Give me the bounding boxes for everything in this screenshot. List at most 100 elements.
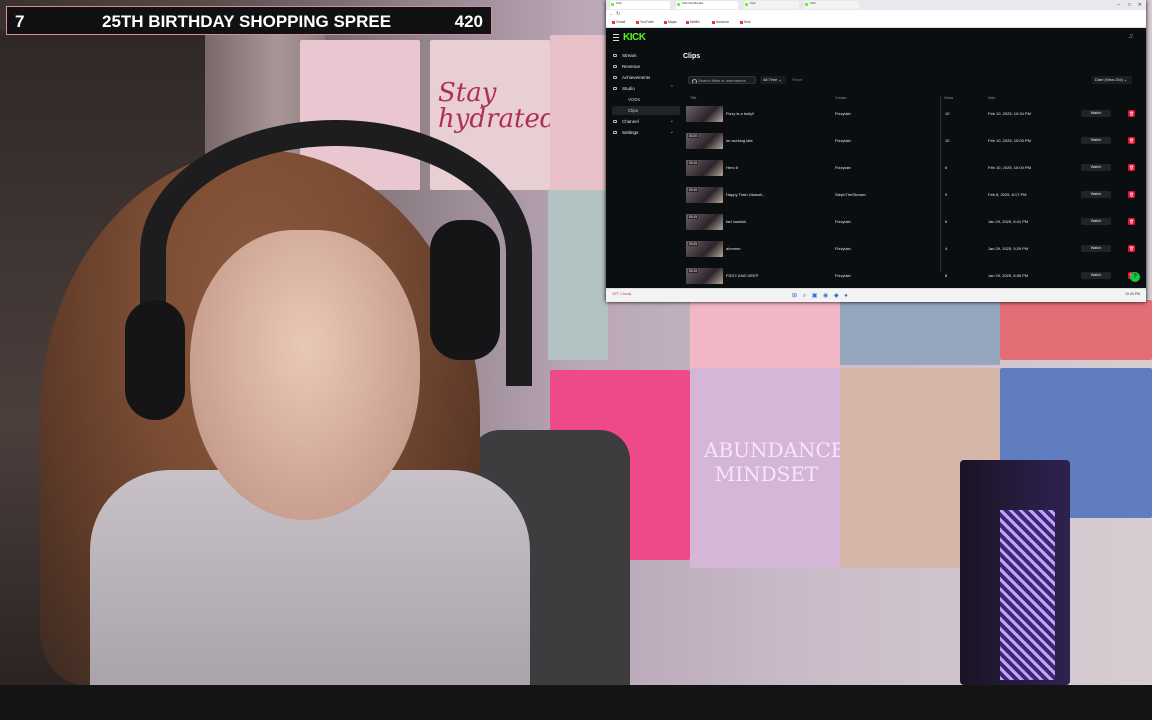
column-header-views[interactable]: Views xyxy=(944,96,953,100)
search-placeholder: Search titles or usernames xyxy=(698,78,746,83)
channel-icon xyxy=(613,120,617,123)
browser-tab[interactable]: Kick xyxy=(610,1,670,9)
address-bar-row: ← ↻ https://dashboard.kick.com/studio/cl… xyxy=(606,10,1146,27)
bookmark-label: Gmail xyxy=(616,20,626,24)
overlay-number: 7 xyxy=(15,12,25,31)
time-filter-dropdown[interactable]: All Time ⌄ xyxy=(760,76,786,84)
watch-button[interactable]: Watch xyxy=(1081,137,1111,144)
browser-tab[interactable]: Kick xyxy=(744,1,799,9)
table-row[interactable]: 00:20 im working late Fizzytain 10 Feb 10, 2… xyxy=(686,133,1141,159)
clip-views: 4 xyxy=(945,246,948,251)
bookmark[interactable]: Maps xyxy=(664,20,677,24)
browser-tab[interactable]: Kick Dashboard xyxy=(676,1,738,9)
delete-icon[interactable]: 🗑 xyxy=(1128,110,1135,117)
poster-text: ABUNDANCE MINDSET xyxy=(704,438,846,486)
column-header-date[interactable]: Date xyxy=(988,96,995,100)
clip-thumbnail[interactable]: 00:20 xyxy=(686,133,723,149)
table-row[interactable]: 00:10 Happy Train Ukanoli... StephTheShowe… xyxy=(686,187,1141,213)
clip-title: Hero 6 xyxy=(726,165,739,170)
taskbar-apps[interactable]: ⊞ ⌕ ▣ ◉ ◆ ● xyxy=(792,292,850,300)
browser-tab[interactable]: Kick xyxy=(804,1,859,9)
watch-button[interactable]: Watch xyxy=(1081,218,1111,225)
clip-title: Happy Train Ukanoli... xyxy=(726,192,766,197)
chevron-down-icon: ⌄ xyxy=(778,77,782,82)
studio-icon xyxy=(613,87,617,90)
table-row[interactable]: 00:25 ahmmm Fizzytain 4 Jan 29, 2025, 9:29 P… xyxy=(686,241,1141,267)
sidebar-item-label: Studio xyxy=(622,86,635,91)
delete-icon[interactable]: 🗑 xyxy=(1128,164,1135,171)
clip-thumbnail[interactable]: 00:10 xyxy=(686,187,723,203)
sidebar-item-channel[interactable]: Channel ⌄ xyxy=(612,117,680,126)
sort-dropdown[interactable]: Date (New-Old) ⌄ xyxy=(1092,76,1132,84)
reset-button[interactable]: Reset xyxy=(792,76,802,84)
table-row[interactable]: Fizzy is a bully!! Fizzytain 10 Feb 10, 202… xyxy=(686,106,1141,132)
poster-club xyxy=(548,190,608,360)
sidebar-item-revenue[interactable]: Revenue xyxy=(612,62,680,71)
help-icon[interactable]: ? xyxy=(1130,272,1140,282)
watch-button[interactable]: Watch xyxy=(1081,164,1111,171)
watch-button[interactable]: Watch xyxy=(1081,245,1111,252)
clip-views: 8 xyxy=(945,273,948,278)
bookmark[interactable]: Kick xyxy=(740,20,751,24)
overlay-title: 25TH BIRTHDAY SHOPPING SPREE xyxy=(102,12,392,31)
bookmarks-bar: Gmail YouTube Maps Netflix Amazon Kick xyxy=(606,19,1146,28)
bookmark[interactable]: Gmail xyxy=(612,20,625,24)
time-filter-label: All Time xyxy=(763,77,778,82)
minimize-icon[interactable]: – xyxy=(1117,2,1120,8)
sidebar-item-label: Channel xyxy=(622,119,639,124)
weather-widget[interactable]: 25°F Cloudy xyxy=(612,292,631,296)
watch-button[interactable]: Watch xyxy=(1081,110,1111,117)
bookmark[interactable]: Amazon xyxy=(712,20,729,24)
poster-hearts xyxy=(550,35,610,195)
clip-views: 6 xyxy=(945,219,948,224)
clip-title: Fizzy is a bully!! xyxy=(726,111,755,116)
kick-logo[interactable]: KICK xyxy=(623,32,646,43)
clip-views: 10 xyxy=(945,138,950,143)
chevron-down-icon: ⌄ xyxy=(669,118,674,124)
clip-views: 6 xyxy=(945,165,948,170)
column-header-creator[interactable]: Creator xyxy=(835,96,847,100)
close-icon[interactable]: ✕ xyxy=(1138,2,1142,8)
delete-icon[interactable]: 🗑 xyxy=(1128,137,1135,144)
table-row[interactable]: 00:15 Hero 6 Fizzytain 6 Feb 10, 2025, 10:00… xyxy=(686,160,1141,186)
sidebar-item-settings[interactable]: Settings ⌄ xyxy=(612,128,680,137)
sidebar-item-achievements[interactable]: Achievements xyxy=(612,73,680,82)
bookmark[interactable]: YouTube xyxy=(636,20,654,24)
clip-thumbnail[interactable]: 00:15 xyxy=(686,268,723,284)
delete-icon[interactable]: 🗑 xyxy=(1128,218,1135,225)
chevron-down-icon: ⌄ xyxy=(1123,77,1128,82)
clip-thumbnail[interactable]: 00:15 xyxy=(686,214,723,230)
delete-icon[interactable]: 🗑 xyxy=(1128,191,1135,198)
clip-thumbnail[interactable]: 00:15 xyxy=(686,160,723,176)
clip-duration: 00:15 xyxy=(688,269,698,273)
column-header-title[interactable]: Title xyxy=(690,96,696,100)
tab-label: Kick xyxy=(616,1,622,5)
bookmark[interactable]: Netflix xyxy=(686,20,700,24)
achievements-icon xyxy=(613,76,617,79)
settings-icon xyxy=(613,131,617,134)
clip-thumbnail[interactable] xyxy=(686,106,723,122)
poster-abundance: ABUNDANCE MINDSET xyxy=(690,368,846,568)
back-icon[interactable]: ← xyxy=(609,11,614,17)
watch-button[interactable]: Watch xyxy=(1081,191,1111,198)
clip-title: ahmmm xyxy=(726,246,741,251)
sidebar-item-clips[interactable]: Clips xyxy=(612,106,680,115)
watch-button[interactable]: Watch xyxy=(1081,272,1111,279)
poster-sticker xyxy=(690,300,840,370)
reload-icon[interactable]: ↻ xyxy=(616,11,620,17)
clip-thumbnail[interactable]: 00:25 xyxy=(686,241,723,257)
clip-date: Jan 29, 2025, 8:41 PM xyxy=(988,219,1029,224)
clip-duration: 00:15 xyxy=(688,215,698,219)
sidebar-item-vods[interactable]: VODs xyxy=(612,95,680,104)
stream-bottom-bar xyxy=(0,685,1152,720)
taskbar-clock[interactable]: 10:40 PM xyxy=(1125,292,1140,296)
notifications-icon[interactable]: ♫ xyxy=(1128,33,1133,40)
sidebar-item-studio[interactable]: Studio ⌃ xyxy=(612,84,680,93)
maximize-icon[interactable]: □ xyxy=(1128,2,1131,8)
hamburger-menu-icon[interactable] xyxy=(613,34,619,41)
clip-title: im working late xyxy=(726,138,753,143)
sidebar-item-stream[interactable]: Stream xyxy=(612,51,680,60)
search-input[interactable]: Search titles or usernames xyxy=(688,76,756,84)
delete-icon[interactable]: 🗑 xyxy=(1128,245,1135,252)
table-row[interactable]: 00:15 fart insekkk Fizzytain 6 Jan 29, 2025,… xyxy=(686,214,1141,240)
